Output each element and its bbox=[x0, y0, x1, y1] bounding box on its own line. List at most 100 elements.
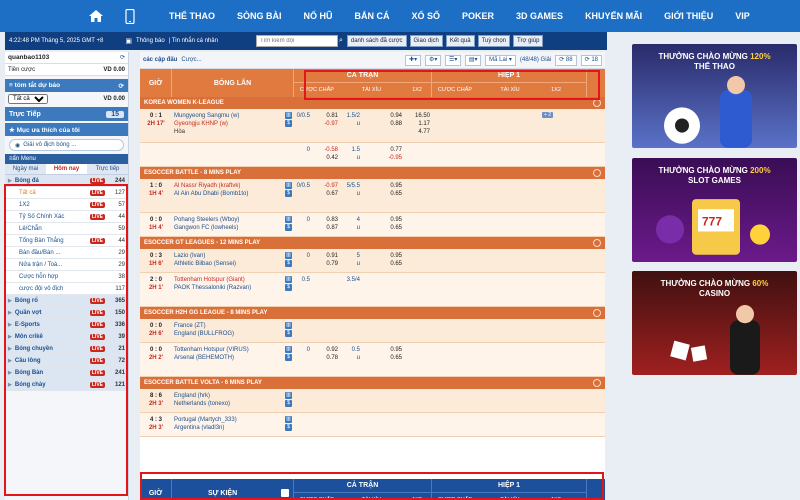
odds-cell[interactable]: 4 bbox=[340, 216, 362, 224]
sport-item[interactable]: Tất cả LIVE 127 bbox=[5, 187, 128, 199]
odds-cell[interactable]: 0.42 bbox=[312, 154, 340, 162]
home-team[interactable]: Portugal (Martych_333) bbox=[174, 416, 292, 424]
odds-cell[interactable]: 0.77 bbox=[362, 146, 404, 154]
stats-icon[interactable]: ▥ bbox=[285, 182, 292, 189]
personal-message-link[interactable]: | Tin nhắn cá nhân bbox=[169, 38, 218, 44]
sort-icon[interactable]: ☰▾ bbox=[445, 54, 462, 66]
odds-cell[interactable]: 0.83 bbox=[312, 216, 340, 224]
odds-cell[interactable]: u bbox=[340, 260, 362, 268]
sport-item[interactable]: ▶ Môn crikê LIVE 39 bbox=[5, 331, 128, 343]
sport-item[interactable]: ▶ Quần vợt LIVE 150 bbox=[5, 307, 128, 319]
odds-cell[interactable]: 0.95 bbox=[362, 182, 404, 190]
odds-cell[interactable]: 3.5/4 bbox=[340, 276, 362, 284]
sport-item[interactable]: Nửa trận / Toà... 29 bbox=[5, 259, 128, 271]
away-team[interactable]: Argentina (vladl3n) bbox=[174, 424, 292, 432]
odds-cell[interactable]: 0.65 bbox=[362, 260, 404, 268]
live-stream-icon[interactable]: $ bbox=[285, 224, 292, 231]
odds-cell[interactable]: 4.77 bbox=[404, 128, 432, 136]
toolbar-button[interactable]: Trợ giúp bbox=[513, 35, 544, 47]
stats-icon[interactable]: ▥ bbox=[285, 112, 292, 119]
toolbar-button[interactable]: Kết quả bbox=[445, 35, 475, 47]
odds-cell[interactable]: 0.94 bbox=[362, 112, 404, 120]
live-stream-icon[interactable]: $ bbox=[285, 120, 292, 127]
more-bets[interactable] bbox=[542, 143, 560, 166]
nav-item[interactable]: VIP bbox=[724, 0, 761, 32]
odds-cell[interactable]: 0.81 bbox=[312, 112, 340, 120]
favorites-header[interactable]: ★ Mục ưa thích của tôi bbox=[5, 123, 128, 136]
odds-cell[interactable]: 0.95 bbox=[362, 252, 404, 260]
sport-item[interactable]: ▶ Bóng đá LIVE 244 bbox=[5, 175, 128, 187]
odds-cell[interactable]: 0 bbox=[294, 346, 312, 354]
home-team[interactable]: France (ZT) bbox=[174, 322, 292, 330]
refresh-count-1[interactable]: ⟳ 88 bbox=[555, 54, 577, 66]
menu-toggle[interactable]: ≡ ẩn Menu bbox=[5, 154, 128, 164]
refresh-icon[interactable] bbox=[593, 309, 601, 317]
refresh-icon[interactable]: ⟳ bbox=[120, 54, 125, 61]
live-section[interactable]: Trực Tiếp 15 bbox=[5, 107, 128, 121]
nav-item[interactable]: NỔ HŨ bbox=[293, 0, 344, 32]
market-select[interactable]: Mã Lai ▾ bbox=[485, 54, 516, 66]
toolbar-button[interactable]: danh sách đã cược bbox=[346, 35, 407, 47]
toolbar-button[interactable]: Giao dịch bbox=[409, 35, 443, 47]
sport-item[interactable]: Bàn đầu/Bàn ... 29 bbox=[5, 247, 128, 259]
sport-item[interactable]: ▶ Bóng Bàn LIVE 241 bbox=[5, 367, 128, 379]
sport-item[interactable]: ▶ Bóng chày LIVE 121 bbox=[5, 379, 128, 391]
nav-item[interactable]: KHUYẾN MÃI bbox=[574, 0, 653, 32]
more-bets-badge[interactable]: + 2 bbox=[542, 112, 554, 118]
home-team[interactable]: Mungyeong Sangmu (w) bbox=[174, 112, 292, 120]
odds-cell[interactable]: 0.5 bbox=[340, 346, 362, 354]
live-stream-icon[interactable]: $ bbox=[285, 400, 292, 407]
odds-cell[interactable]: 1.17 bbox=[404, 120, 432, 128]
stats-icon[interactable]: ▥ bbox=[285, 392, 292, 399]
more-bets[interactable] bbox=[542, 319, 560, 342]
promo-casino[interactable]: THƯỞNG CHÀO MỪNG 60% CASINO bbox=[632, 271, 797, 375]
stats-icon[interactable]: ▥ bbox=[285, 252, 292, 259]
more-bets[interactable] bbox=[542, 179, 560, 212]
home-team[interactable]: England (hrk) bbox=[174, 392, 292, 400]
away-team[interactable]: Arsenal (BEHEMOTH) bbox=[174, 354, 292, 362]
league-header[interactable]: KOREA WOMEN K-LEAGUE bbox=[140, 97, 605, 109]
live-stream-icon[interactable]: $ bbox=[285, 330, 292, 337]
sport-item[interactable]: Tổng Bàn Thắng LIVE 44 bbox=[5, 235, 128, 247]
home-team[interactable]: Tottenham Hotspur (VIRUS) bbox=[174, 346, 292, 354]
refresh-icon[interactable] bbox=[593, 99, 601, 107]
odds-cell[interactable]: -0.97 bbox=[312, 120, 340, 128]
nav-item[interactable]: XỔ SỐ bbox=[401, 0, 452, 32]
team-search-input[interactable] bbox=[255, 35, 338, 47]
search-icon[interactable]: ⌕ bbox=[339, 37, 343, 45]
odds-cell[interactable]: 1.5/2 bbox=[340, 112, 362, 120]
more-bets[interactable] bbox=[542, 273, 560, 306]
odds-cell[interactable]: u bbox=[340, 120, 362, 128]
stats-icon[interactable]: ▥ bbox=[285, 416, 292, 423]
league-header[interactable]: ESOCCER GT LEAGUES - 12 MINS PLAY bbox=[140, 237, 605, 249]
nav-item[interactable]: BẮN CÁ bbox=[344, 0, 401, 32]
league-header[interactable]: ESOCCER BATTLE - 8 MINS PLAY bbox=[140, 167, 605, 179]
league-count[interactable]: (48/48) Giải bbox=[520, 57, 551, 63]
odds-cell[interactable]: 1.5 bbox=[340, 146, 362, 154]
stats-icon[interactable]: ▥ bbox=[285, 216, 292, 223]
stats-icon[interactable]: ▥ bbox=[285, 276, 292, 283]
odds-cell[interactable]: u bbox=[340, 224, 362, 232]
odds-cell[interactable]: 0/0.5 bbox=[294, 112, 312, 120]
more-bets[interactable] bbox=[542, 343, 560, 376]
refresh-icon[interactable] bbox=[593, 169, 601, 177]
odds-cell[interactable]: 0.95 bbox=[362, 346, 404, 354]
odds-cell[interactable]: 0.65 bbox=[362, 224, 404, 232]
league-header[interactable]: ESOCCER H2H GG LEAGUE - 8 MINS PLAY bbox=[140, 307, 605, 319]
sport-item[interactable]: cược đội vô địch 117 bbox=[5, 283, 128, 295]
live-stream-icon[interactable]: $ bbox=[285, 424, 292, 431]
more-bets[interactable]: + 2 bbox=[542, 109, 560, 142]
home-team[interactable]: Al Nassr Riyadh (kraftvk) bbox=[174, 182, 292, 190]
summary-header[interactable]: ≡ tóm tắt dự báo ⟳ bbox=[5, 79, 128, 92]
odds-cell[interactable]: 0.5 bbox=[294, 276, 312, 284]
calendar-icon[interactable] bbox=[281, 489, 289, 497]
away-team[interactable]: Gangwon FC (lowheels) bbox=[174, 224, 292, 232]
sport-item[interactable]: 1X2 LIVE 57 bbox=[5, 199, 128, 211]
away-team[interactable]: PAOK Thessaloniki (Razvan) bbox=[174, 284, 292, 292]
odds-cell[interactable]: 0.67 bbox=[312, 190, 340, 198]
sport-item[interactable]: ▶ Bóng rổ LIVE 365 bbox=[5, 295, 128, 307]
away-team[interactable]: England (BULLFROG) bbox=[174, 330, 292, 338]
odds-cell[interactable]: u bbox=[340, 154, 362, 162]
promo-slots[interactable]: THƯỞNG CHÀO MỪNG 200% SLOT GAMES 777 bbox=[632, 158, 797, 262]
odds-cell[interactable]: 0.92 bbox=[312, 346, 340, 354]
